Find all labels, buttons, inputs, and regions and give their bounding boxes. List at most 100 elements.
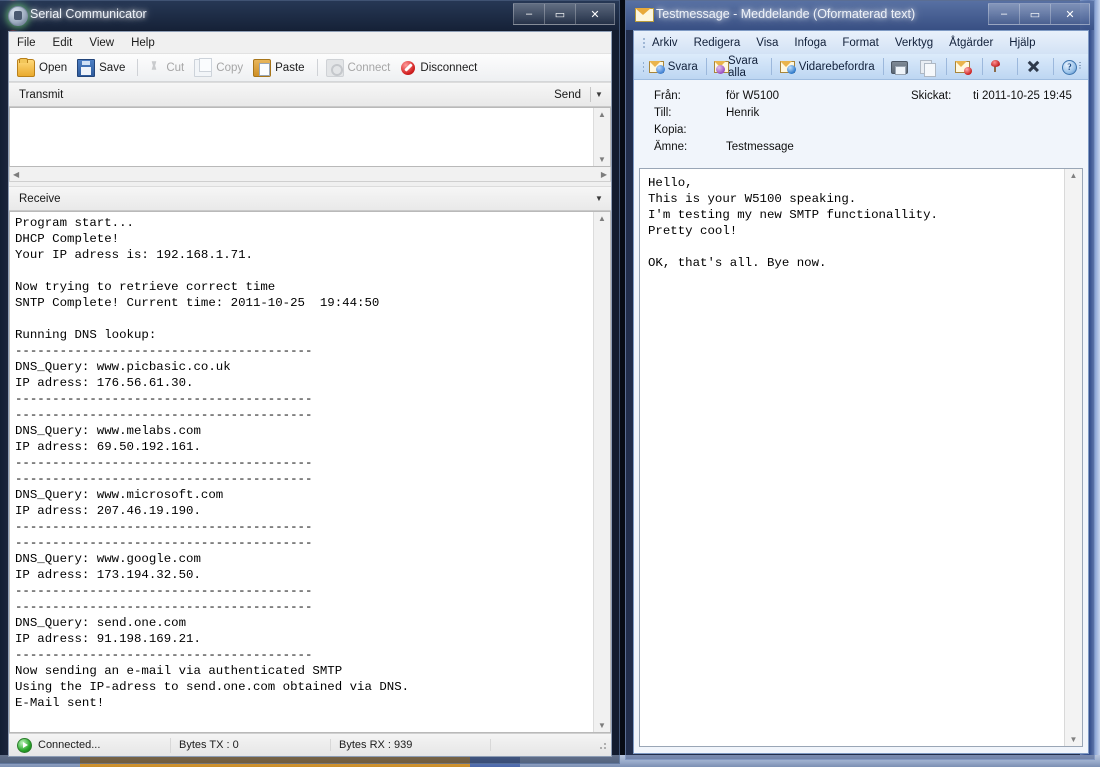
serial-menubar: File Edit View Help [9,32,611,54]
mail-toolbar: Svara Svara alla Vidarebefordra [634,54,1088,80]
header-row-from: Från: för W5100 Skickat: ti 2011-10-25 1… [654,90,1088,107]
mail-menubar: Arkiv Redigera Visa Infoga Format Verkty… [634,31,1088,54]
disconnect-button[interactable]: Disconnect [400,60,477,76]
scissors-icon [146,60,162,76]
floppy-disk-icon [77,59,95,77]
menu-item-infoga[interactable]: Infoga [794,37,826,49]
copy-pages-icon [918,59,935,74]
from-value[interactable]: för W5100 [726,90,911,102]
paste-button-label: Paste [275,62,304,74]
toolbar-overflow-icon[interactable]: ⋮ [1074,55,1086,77]
open-button[interactable]: Open [17,59,67,77]
to-value[interactable]: Henrik [726,107,759,119]
outlook-message-window[interactable]: Testmessage - Meddelande (Oformaterad te… [625,0,1095,760]
maximize-button[interactable]: ▭ [544,3,575,25]
menubar-grip-icon[interactable] [640,36,648,50]
scroll-right-icon[interactable]: ▶ [598,170,610,179]
save-button-label: Save [99,62,125,74]
menu-item-arkiv[interactable]: Arkiv [652,37,678,49]
reply-button-label: Svara [668,61,698,73]
delete-mail-button[interactable] [954,59,974,74]
header-row-to: Till: Henrik [654,107,1088,124]
clipboard-paste-icon [253,59,271,77]
scroll-down-icon[interactable]: ▼ [598,719,606,732]
receive-label: Receive [19,193,591,205]
status-connection: Connected... [9,738,171,753]
subject-label: Ämne: [654,141,726,153]
transmit-horizontal-scrollbar[interactable]: ◀ ▶ [9,167,611,182]
receive-vertical-scrollbar[interactable]: ▲ ▼ [593,212,610,732]
close-button[interactable]: ✕ [1050,3,1090,25]
reply-all-button[interactable]: Svara alla [713,55,763,79]
transmit-vertical-scrollbar[interactable]: ▲ ▼ [593,108,610,166]
resize-grip-icon[interactable] [596,739,608,751]
toolbar-grip-icon[interactable] [640,60,644,74]
status-bytes-tx: Bytes TX : 0 [171,739,331,751]
menu-item-file[interactable]: File [17,37,36,49]
scroll-up-icon[interactable]: ▲ [598,108,606,121]
menu-item-verktyg[interactable]: Verktyg [895,37,933,49]
from-label: Från: [654,90,726,102]
menu-item-redigera[interactable]: Redigera [694,37,741,49]
menu-item-edit[interactable]: Edit [53,37,73,49]
reply-button[interactable]: Svara [648,59,698,74]
serial-titlebar[interactable]: Serial Communicator – ▭ ✕ [0,1,619,30]
transmit-textarea[interactable]: ▲ ▼ [9,107,611,167]
scroll-down-icon[interactable]: ▼ [1070,733,1078,746]
delete-button[interactable] [1025,59,1045,74]
serial-communicator-window[interactable]: Serial Communicator – ▭ ✕ File Edit View… [0,0,620,764]
app-terminal-icon [8,6,28,26]
copy-button[interactable] [918,59,938,74]
menu-item-view[interactable]: View [89,37,114,49]
sent-label: Skickat: [911,90,973,102]
paste-button[interactable]: Paste [253,59,304,77]
reply-all-icon [713,59,725,74]
sent-value: ti 2011-10-25 19:45 [973,90,1072,102]
connect-button[interactable]: Connect [326,59,391,77]
disconnect-button-label: Disconnect [420,62,477,74]
close-button[interactable]: ✕ [575,3,615,25]
status-connection-label: Connected... [38,739,100,751]
close-x-icon [1025,59,1042,74]
serial-window-title: Serial Communicator [30,7,147,21]
receive-textarea[interactable]: Program start... DHCP Complete! Your IP … [9,211,611,733]
flag-icon [989,59,1006,74]
forward-button[interactable]: Vidarebefordra [779,59,875,74]
status-bytes-rx: Bytes RX : 939 [331,739,491,751]
menu-item-format[interactable]: Format [842,37,878,49]
serial-window-controls: – ▭ ✕ [513,3,615,25]
chevron-down-icon[interactable]: ▼ [591,90,607,99]
toolbar-separator [137,59,138,76]
chevron-down-icon[interactable]: ▼ [591,194,607,203]
scroll-down-icon[interactable]: ▼ [598,153,606,166]
scroll-up-icon[interactable]: ▲ [598,212,606,225]
save-button[interactable]: Save [77,59,125,77]
copy-button[interactable]: Copy [194,59,243,77]
menu-item-hjalp[interactable]: Hjälp [1009,37,1035,49]
mail-titlebar[interactable]: Testmessage - Meddelande (Oformaterad te… [626,1,1094,30]
print-button[interactable] [890,59,910,74]
menu-item-help[interactable]: Help [131,37,155,49]
reply-all-button-label: Svara alla [728,55,763,79]
reply-icon [648,59,665,74]
minimize-button[interactable]: – [988,3,1019,25]
scroll-left-icon[interactable]: ◀ [10,170,22,179]
copy-button-label: Copy [216,62,243,74]
mail-body-panel[interactable]: Hello, This is your W5100 speaking. I'm … [639,168,1083,747]
mail-vertical-scrollbar[interactable]: ▲ ▼ [1064,169,1082,746]
send-button[interactable]: Send [554,89,590,101]
menu-item-visa[interactable]: Visa [756,37,778,49]
header-row-cc: Kopia: [654,124,1088,141]
maximize-button[interactable]: ▭ [1019,3,1050,25]
flag-button[interactable] [989,59,1009,74]
transmit-header: Transmit Send ▼ [9,82,611,107]
forward-button-label: Vidarebefordra [799,61,875,73]
minimize-button[interactable]: – [513,3,544,25]
mail-window-title: Testmessage - Meddelande (Oformaterad te… [656,7,915,21]
connect-button-label: Connect [348,62,391,74]
menu-item-atgarder[interactable]: Åtgärder [949,37,993,49]
cut-button[interactable]: Cut [146,60,184,76]
receive-log-text: Program start... DHCP Complete! Your IP … [15,215,592,730]
scroll-up-icon[interactable]: ▲ [1070,169,1078,182]
transmit-label: Transmit [19,89,554,101]
